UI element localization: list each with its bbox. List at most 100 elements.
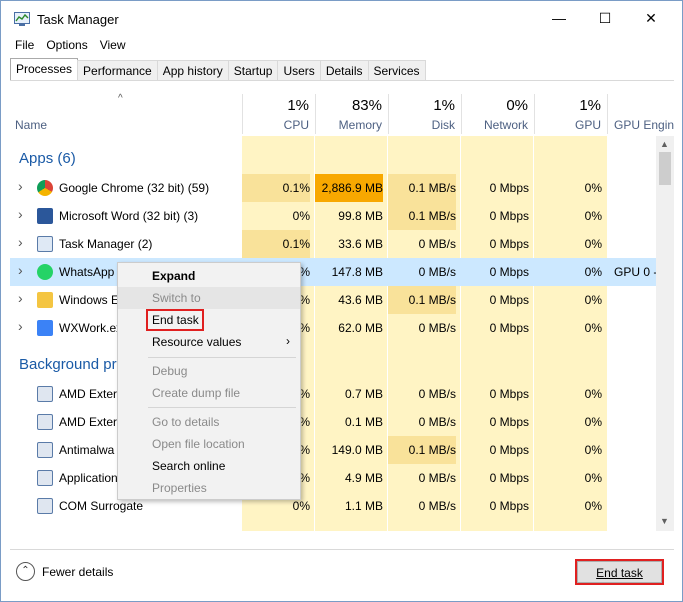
title-bar: Task Manager — ☐ ✕ xyxy=(1,1,682,35)
service-icon xyxy=(37,386,53,402)
scroll-up-icon[interactable]: ▲ xyxy=(660,139,669,149)
cell-gpu: 0% xyxy=(584,237,602,251)
tab-performance[interactable]: Performance xyxy=(77,60,158,80)
cell-disk: 0.1 MB/s xyxy=(388,202,456,230)
cell-memory: 62.0 MB xyxy=(338,321,383,335)
ctx-properties: Properties xyxy=(152,481,207,495)
cell-memory: 1.1 MB xyxy=(344,499,383,513)
cell-memory: 43.6 MB xyxy=(338,293,383,307)
cell-disk: 0 MB/s xyxy=(388,258,456,286)
table-row[interactable]: › WXWork.ex% 62.0 MB 0 MB/s 0 Mbps 0% xyxy=(10,314,656,342)
cell-gpu: 0% xyxy=(584,471,602,485)
cell-network: 0 Mbps xyxy=(489,293,529,307)
scrollbar-thumb[interactable] xyxy=(659,152,671,185)
column-header-disk[interactable]: Disk xyxy=(388,118,455,132)
column-header-gpu[interactable]: GPU xyxy=(534,118,601,132)
cell-network: 0 Mbps xyxy=(489,471,529,485)
sort-arrow-icon: ^ xyxy=(118,93,123,104)
cell-network: 0 Mbps xyxy=(489,443,529,457)
process-name: Antimalwa xyxy=(59,443,115,457)
column-header-name[interactable]: Name xyxy=(15,118,47,132)
maximize-button[interactable]: ☐ xyxy=(582,1,628,35)
cell-disk: 0 MB/s xyxy=(418,499,456,513)
ctx-resource-values-label: Resource values xyxy=(152,335,242,349)
ctx-expand[interactable]: Expand xyxy=(118,265,300,287)
task-manager-icon xyxy=(37,236,53,252)
submenu-arrow-icon: › xyxy=(286,334,290,348)
menu-view[interactable]: View xyxy=(94,35,132,55)
table-row[interactable]: › WhatsApp% 147.8 MB 0 MB/s 0 Mbps 0% GPU 0 - xyxy=(10,258,657,286)
table-row[interactable]: Antimalwa% 149.0 MB 0.1 MB/s 0 Mbps 0% xyxy=(10,436,656,464)
expand-chevron-icon[interactable]: › xyxy=(18,290,23,306)
group-apps: Apps (6) xyxy=(19,150,76,167)
task-manager-icon xyxy=(14,12,30,26)
ctx-search-online[interactable]: Search online xyxy=(118,455,300,477)
footer-divider xyxy=(10,549,674,550)
whatsapp-icon xyxy=(37,264,53,280)
column-header-gpu-engine[interactable]: GPU Engine xyxy=(614,118,674,132)
cell-network: 0 Mbps xyxy=(489,415,529,429)
task-manager-window: Task Manager — ☐ ✕ File Options View Pro… xyxy=(0,0,683,602)
cell-memory: 147.8 MB xyxy=(315,258,383,286)
cell-gpu: 0% xyxy=(584,293,602,307)
table-row[interactable]: COM Surrogate 0% 1.1 MB 0 MB/s 0 Mbps 0% xyxy=(10,492,656,520)
maximize-icon: ☐ xyxy=(598,9,612,26)
tab-startup[interactable]: Startup xyxy=(227,60,279,80)
minimize-button[interactable]: — xyxy=(536,1,582,35)
vertical-scrollbar[interactable]: ▲ ▼ xyxy=(656,136,674,531)
network-percent: 0% xyxy=(506,97,528,114)
tab-app-history[interactable]: App history xyxy=(156,60,229,80)
menu-options[interactable]: Options xyxy=(40,35,93,55)
column-header-cpu[interactable]: CPU xyxy=(242,118,309,132)
column-header-memory[interactable]: Memory xyxy=(315,118,382,132)
cell-gpu: 0% xyxy=(584,321,602,335)
expand-chevron-icon[interactable]: › xyxy=(18,318,23,334)
expand-chevron-icon[interactable]: › xyxy=(18,178,23,194)
ctx-go-to-details: Go to details xyxy=(152,415,220,429)
tab-strip: Processes Performance App history Startu… xyxy=(10,58,426,80)
cell-disk: 0.1 MB/s xyxy=(388,174,456,202)
table-row[interactable]: › Task Manager (2) 0.1% 33.6 MB 0 MB/s 0 Mbps… xyxy=(10,230,656,258)
cell-disk: 0 MB/s xyxy=(418,387,456,401)
table-row[interactable]: › Microsoft Word (32 bit) (3) 0% 99.8 MB 0.1… xyxy=(10,202,656,230)
cell-disk: 0.1 MB/s xyxy=(388,286,456,314)
cell-memory: 0.7 MB xyxy=(344,387,383,401)
expand-chevron-icon[interactable]: › xyxy=(18,234,23,250)
cell-gpu: 0% xyxy=(584,415,602,429)
process-name: COM Surrogate xyxy=(59,499,144,513)
cell-gpu: 0% xyxy=(584,387,602,401)
table-row[interactable]: AMD Extern% 0.7 MB 0 MB/s 0 Mbps 0% xyxy=(10,380,656,408)
service-icon xyxy=(37,442,53,458)
fewer-details-link[interactable]: Fewer details xyxy=(42,565,113,579)
menu-file[interactable]: File xyxy=(9,35,40,55)
word-icon xyxy=(37,208,53,224)
table-row[interactable]: › Windows E% 43.6 MB 0.1 MB/s 0 Mbps 0% xyxy=(10,286,656,314)
cell-gpu: 0% xyxy=(584,443,602,457)
cell-memory: 2,886.9 MB xyxy=(315,174,383,202)
fewer-details-icon[interactable]: ⌃ xyxy=(16,562,35,581)
cell-memory: 149.0 MB xyxy=(331,443,383,457)
process-name: WXWork.ex xyxy=(59,321,123,335)
scroll-down-icon[interactable]: ▼ xyxy=(660,516,669,526)
tab-users[interactable]: Users xyxy=(277,60,321,80)
wxwork-icon xyxy=(37,320,53,336)
chrome-icon xyxy=(37,180,53,196)
tab-services[interactable]: Services xyxy=(367,60,426,80)
cell-cpu: 0.1% xyxy=(242,174,310,202)
table-row[interactable]: AMD Extern% 0.1 MB 0 MB/s 0 Mbps 0% xyxy=(10,408,656,436)
ctx-resource-values[interactable]: Resource values › xyxy=(118,331,300,353)
disk-percent: 1% xyxy=(433,97,455,114)
cell-disk: 0 MB/s xyxy=(418,321,456,335)
cell-gpu: 0% xyxy=(534,258,602,286)
close-button[interactable]: ✕ xyxy=(628,1,674,35)
tab-details[interactable]: Details xyxy=(319,60,369,80)
cell-gpu: 0% xyxy=(584,181,602,195)
tab-processes[interactable]: Processes xyxy=(10,58,79,80)
expand-chevron-icon[interactable]: › xyxy=(18,262,23,278)
expand-chevron-icon[interactable]: › xyxy=(18,206,23,222)
column-header-network[interactable]: Network xyxy=(461,118,528,132)
table-row[interactable]: Application% 4.9 MB 0 MB/s 0 Mbps 0% xyxy=(10,464,656,492)
table-row[interactable]: › Google Chrome (32 bit) (59) 0.1% 2,886.9 … xyxy=(10,174,656,202)
cpu-percent: 1% xyxy=(287,97,309,114)
service-icon xyxy=(37,414,53,430)
